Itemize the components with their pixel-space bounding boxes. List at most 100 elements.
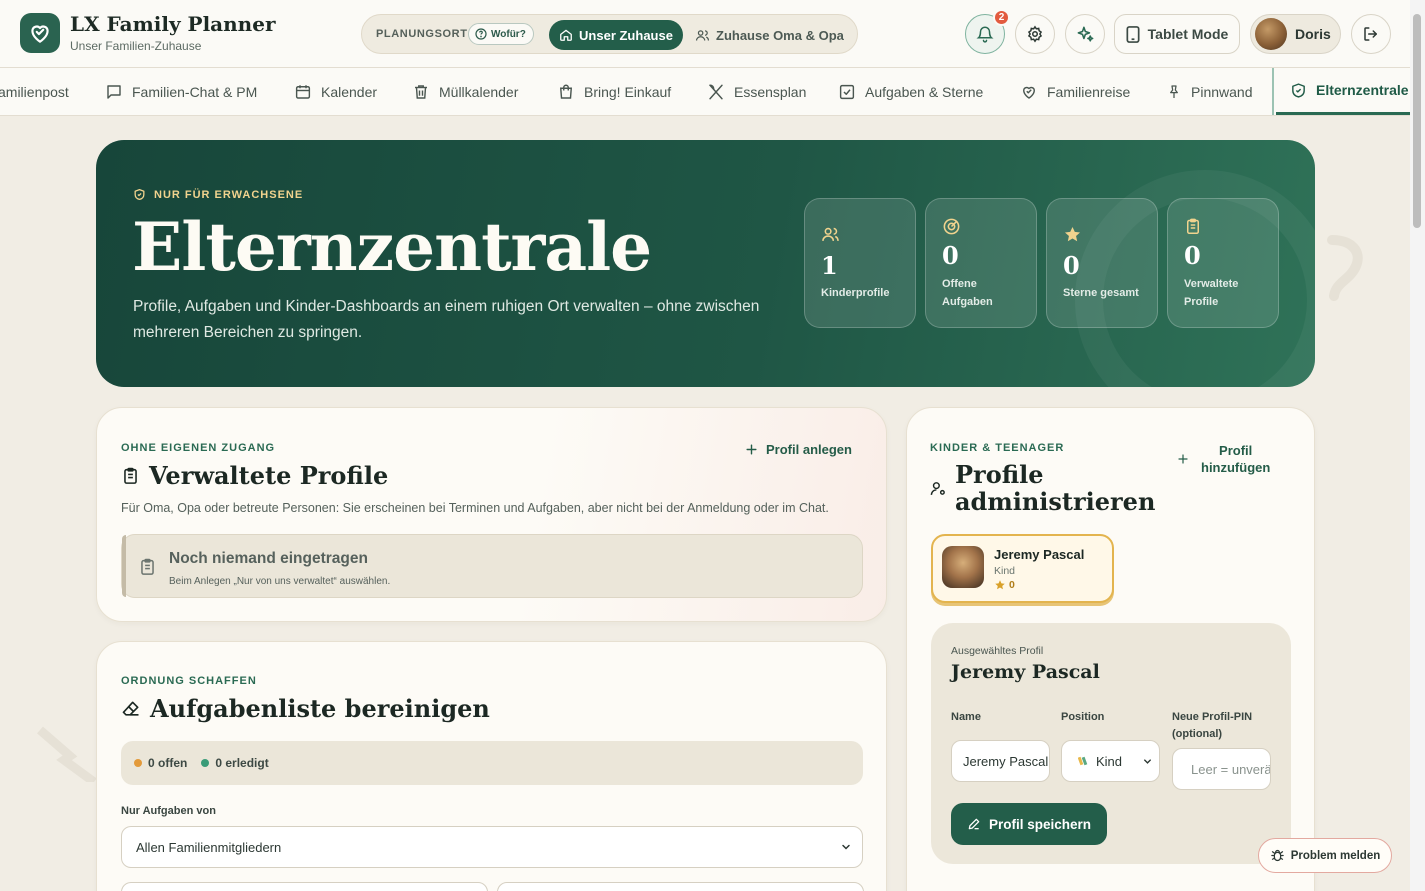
selected-profile-label: Ausgewähltes Profil [951, 645, 1044, 657]
plus-icon [1178, 454, 1188, 464]
kid-name: Jeremy Pascal [994, 547, 1085, 562]
tab-elternzentrale[interactable]: Elternzentrale [1276, 68, 1410, 115]
kids-kicker: KINDER & TEENAGER [930, 442, 1065, 454]
tablet-mode-label: Tablet Mode [1147, 26, 1229, 42]
name-field-label: Name [951, 711, 981, 723]
cleanup-title: Aufgabenliste bereinigen [121, 694, 490, 723]
empty-state-accent [122, 535, 126, 597]
save-profile-button[interactable]: Profil speichern [951, 803, 1107, 845]
cleanup-field-right[interactable] [497, 882, 864, 891]
chevron-down-icon [1144, 758, 1151, 764]
shield-icon [134, 188, 145, 201]
stat-card-offene-aufgaben: 0 Offene Aufgaben [925, 198, 1037, 328]
open-count-label: 0 offen [148, 756, 188, 770]
empty-state-hint: Beim Anlegen „Nur von uns verwaltet“ aus… [169, 576, 391, 587]
tab-familienreise[interactable]: Familienreise [1020, 68, 1130, 115]
managed-title-label: Verwaltete Profile [149, 461, 389, 490]
add-kid-profile-button[interactable]: Profil hinzufügen [1177, 442, 1270, 476]
chevron-down-icon [842, 844, 850, 850]
ai-assistant-button[interactable] [1065, 14, 1105, 54]
name-input[interactable]: Jeremy Pascal [951, 740, 1050, 782]
empty-state-title: Noch niemand eingetragen [169, 550, 368, 567]
planning-help-button[interactable]: Wofür? [468, 23, 534, 45]
tab-divider [1272, 68, 1274, 115]
clipboard-icon [141, 558, 154, 575]
shopping-bag-icon [559, 84, 573, 99]
user-menu-button[interactable]: Doris [1250, 14, 1341, 54]
planning-option-home[interactable]: Unser Zuhause [549, 20, 683, 50]
task-counts: 0 offen 0 erledigt [121, 741, 863, 785]
tab-bring-einkauf[interactable]: Bring! Einkauf [557, 68, 671, 115]
settings-button[interactable] [1015, 14, 1055, 54]
add-managed-profile-label: Profil anlegen [766, 442, 852, 457]
checkbox-icon [839, 84, 855, 99]
tab-label: Aufgaben & Sterne [865, 83, 984, 100]
top-bar: LX Family Planner Unser Familien-Zuhause… [0, 0, 1410, 68]
hero-kicker: NUR FÜR ERWACHSENE [133, 188, 303, 201]
position-value-label: Kind [1096, 753, 1123, 769]
planning-label: PLANUNGSORT [376, 28, 468, 40]
logout-button[interactable] [1351, 14, 1391, 54]
report-problem-button[interactable]: Problem melden [1258, 838, 1392, 873]
tab-aufgaben-sterne[interactable]: Aufgaben & Sterne [838, 68, 983, 115]
tablet-mode-button[interactable]: Tablet Mode [1114, 14, 1240, 54]
stat-label: Sterne gesamt [1063, 287, 1139, 299]
stat-value: 0 [1063, 251, 1080, 280]
notification-count-badge: 2 [993, 9, 1010, 26]
gear-icon [1027, 25, 1043, 43]
position-field-label: Position [1061, 711, 1105, 723]
cleanup-field-left[interactable] [121, 882, 488, 891]
tablet-icon [1126, 25, 1140, 43]
cleanup-card: ORDNUNG SCHAFFEN Aufgabenliste bereinige… [96, 641, 887, 891]
tab-label: amilienpost [0, 83, 69, 100]
clipboard-icon [1187, 218, 1199, 234]
star-icon [1064, 226, 1081, 242]
kid-role: Kind [994, 565, 1016, 577]
save-profile-label: Profil speichern [988, 816, 1092, 832]
cleanup-title-label: Aufgabenliste bereinigen [150, 694, 490, 723]
tab-label: Bring! Einkauf [584, 83, 672, 100]
tab-essensplan[interactable]: Essensplan [707, 68, 806, 115]
pin-icon [1170, 84, 1178, 98]
tab-label: Essensplan [734, 83, 807, 100]
tab-muellkalender[interactable]: Müllkalender [412, 68, 518, 115]
bell-icon [976, 26, 994, 43]
stat-value: 1 [821, 251, 838, 280]
plus-icon [746, 444, 757, 455]
swirl-decoration-icon [1327, 235, 1363, 301]
page-scrollbar-thumb[interactable] [1413, 14, 1421, 228]
planning-option-home-label: Unser Zuhause [579, 27, 673, 43]
user-cog-icon [930, 482, 945, 495]
hero-kicker-label: NUR FÜR ERWACHSENE [154, 188, 304, 201]
calendar-icon [295, 84, 311, 99]
main-navigation: amilienpost Familien-Chat & PM Kalender … [0, 68, 1410, 116]
kid-profile-card[interactable]: Jeremy Pascal Kind 0 [931, 534, 1114, 603]
tab-label: Müllkalender [439, 83, 519, 100]
position-select[interactable]: Kind [1061, 740, 1160, 782]
app-subtitle: Unser Familien-Zuhause [70, 39, 202, 53]
filter-label: Nur Aufgaben von [121, 805, 216, 817]
managed-empty-state: Noch niemand eingetragen Beim Anlegen „N… [121, 534, 863, 598]
pin-field-label-line1: Neue Profil-PIN [1172, 711, 1253, 723]
add-kid-profile-label-line1: Profil [1219, 443, 1253, 458]
tab-pinnwand[interactable]: Pinnwand [1166, 68, 1253, 115]
app-logo[interactable] [20, 13, 60, 53]
add-managed-profile-button[interactable]: Profil anlegen [745, 442, 852, 457]
utensils-icon [709, 84, 723, 99]
heart-logo-icon [31, 25, 49, 43]
tab-familienpost[interactable]: amilienpost [0, 68, 69, 115]
done-count: 0 erledigt [201, 756, 269, 770]
pin-input[interactable]: Leer = unverändert [1172, 748, 1271, 790]
planning-option-grandparents[interactable]: Zuhause Oma & Opa [695, 20, 844, 50]
tab-familien-chat[interactable]: Familien-Chat & PM [105, 68, 257, 115]
tab-kalender[interactable]: Kalender [294, 68, 377, 115]
trash-icon [415, 84, 427, 99]
tab-label: Familienreise [1047, 83, 1131, 100]
kids-title-line1: Profile [955, 460, 1044, 489]
member-filter-select[interactable]: Allen Familienmitgliedern [121, 826, 863, 868]
notifications-button[interactable]: 2 [965, 9, 1010, 54]
planning-location-switch: PLANUNGSORT Wofür? Unser Zuhause Zuhause… [361, 14, 858, 54]
help-circle-icon [475, 28, 487, 40]
tab-label: Elternzentrale [1316, 82, 1409, 98]
position-value: Kind [1078, 754, 1122, 769]
